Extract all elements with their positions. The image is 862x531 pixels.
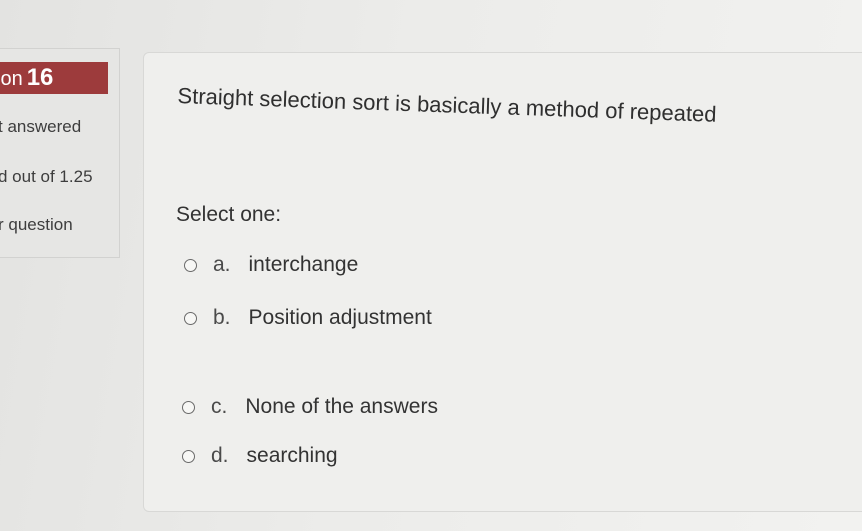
option-letter-d: d. xyxy=(211,444,229,467)
radio-button-a[interactable] xyxy=(184,258,197,272)
question-marks: d out of 1.25 xyxy=(0,167,93,186)
option-label-a[interactable]: interchange xyxy=(249,253,359,277)
answer-option-c[interactable]: c. None of the answers xyxy=(182,395,438,419)
radio-button-d[interactable] xyxy=(182,449,195,463)
question-status: t answered xyxy=(0,117,82,136)
option-letter-a: a. xyxy=(213,253,231,276)
question-text: Straight selection sort is basically a m… xyxy=(177,83,717,127)
option-letter-b: b. xyxy=(213,306,231,329)
question-number-prefix: ion xyxy=(0,68,23,90)
radio-button-b[interactable] xyxy=(184,311,197,325)
option-label-d[interactable]: searching xyxy=(247,444,338,468)
answer-option-b[interactable]: b. Position adjustment xyxy=(184,306,432,330)
option-label-b[interactable]: Position adjustment xyxy=(249,306,432,330)
question-content-panel: Straight selection sort is basically a m… xyxy=(143,52,862,512)
answer-option-d[interactable]: d. searching xyxy=(182,444,338,468)
radio-button-c[interactable] xyxy=(182,400,195,414)
question-number: 16 xyxy=(26,64,54,91)
select-one-label: Select one: xyxy=(176,203,282,226)
option-label-c[interactable]: None of the answers xyxy=(245,395,438,419)
answer-option-a[interactable]: a. interchange xyxy=(184,253,358,277)
flag-question-link[interactable]: r question xyxy=(0,215,73,235)
option-letter-c: c. xyxy=(211,395,228,418)
question-info-panel: ion16 t answered d out of 1.25 r questio… xyxy=(0,48,120,258)
question-number-badge: ion16 xyxy=(0,62,108,94)
